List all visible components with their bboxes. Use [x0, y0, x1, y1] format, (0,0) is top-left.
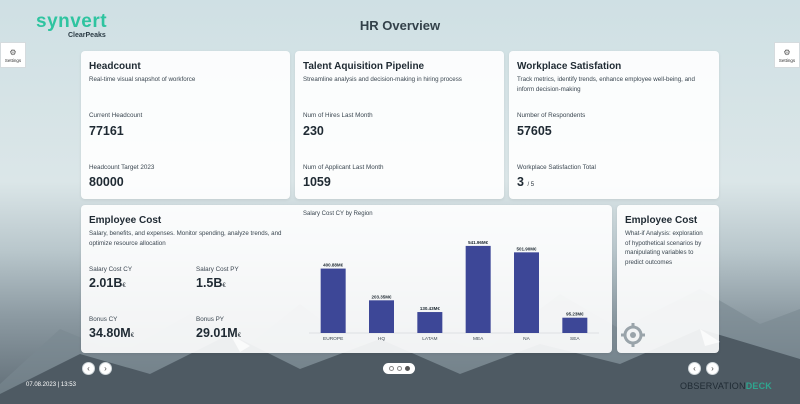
- whatif-card[interactable]: Employee Cost What-if Analysis: explorat…: [617, 205, 719, 353]
- salary-py-label: Salary Cost PY: [196, 266, 239, 273]
- card-title: Workplace Satisfation: [517, 61, 622, 72]
- card-description: Salary, benefits, and expenses. Monitor …: [89, 230, 282, 247]
- hires-value: 230: [303, 124, 324, 138]
- settings-button-right[interactable]: ⚙ Settings: [774, 42, 800, 68]
- page-indicator: [383, 363, 415, 374]
- card-description: Streamline analysis and decision-making …: [303, 76, 462, 83]
- card-description: What-if Analysis: exploration of hypothe…: [625, 230, 703, 266]
- card-description: Track metrics, identify trends, enhance …: [517, 76, 695, 93]
- observation-deck-logo: OBSERVATIONDECK: [679, 381, 772, 391]
- page-dot-active[interactable]: [404, 366, 410, 371]
- brand-sub: ClearPeaks: [68, 32, 106, 39]
- bar-sea[interactable]: [562, 317, 588, 333]
- settings-label: Settings: [4, 57, 22, 63]
- card-title: Talent Aquisition Pipeline: [303, 61, 425, 72]
- settings-label: Settings: [778, 57, 796, 63]
- bar-europe[interactable]: [320, 268, 346, 333]
- card-title: Employee Cost: [625, 215, 698, 226]
- headcount-card[interactable]: Headcount Real-time visual snapshot of w…: [81, 51, 290, 199]
- data-label: 501.90M€: [516, 246, 537, 251]
- talent-card[interactable]: Talent Aquisition Pipeline Streamline an…: [295, 51, 504, 199]
- satisfaction-card[interactable]: Workplace Satisfation Track metrics, ide…: [509, 51, 719, 199]
- page-dot[interactable]: [388, 366, 394, 371]
- respondents-label: Number of Respondents: [517, 112, 586, 119]
- bonus-py-value: 29.01M€: [196, 326, 242, 340]
- employee-cost-card[interactable]: Employee Cost Salary, benefits, and expe…: [81, 205, 612, 353]
- satisfaction-total-label: Workplace Satisfaction Total: [517, 164, 596, 171]
- headcount-target-value: 80000: [89, 175, 124, 189]
- respondents-value: 57605: [517, 124, 552, 138]
- applicants-label: Num of Applicant Last Month: [303, 164, 384, 171]
- prev-page-button[interactable]: ‹: [82, 362, 95, 375]
- prev-slide-button[interactable]: ‹: [688, 362, 701, 375]
- bonus-py-label: Bonus PY: [196, 316, 225, 323]
- salary-cy-value: 2.01B€: [89, 276, 126, 290]
- salary-py-value: 1.5B€: [196, 276, 226, 290]
- bar-na[interactable]: [514, 252, 539, 333]
- datetime-stamp: 07.08.2023 | 13:53: [26, 382, 76, 388]
- card-title: Headcount: [89, 61, 141, 72]
- next-page-button[interactable]: ›: [99, 362, 112, 375]
- current-headcount-value: 77161: [89, 124, 124, 138]
- applicants-value: 1059: [303, 175, 331, 189]
- bar-hq[interactable]: [369, 300, 394, 333]
- data-label: 400.88M€: [323, 263, 344, 268]
- tick-label: NA: [523, 336, 530, 342]
- headcount-target-label: Headcount Target 2023: [89, 164, 155, 171]
- data-label: 203.35M€: [371, 294, 392, 299]
- card-title: Employee Cost: [89, 215, 162, 226]
- gear-icon: ⚙: [9, 47, 17, 57]
- satisfaction-score: 3: [517, 175, 524, 189]
- gear-icon: [621, 323, 645, 347]
- satisfaction-total-value: 3 / 5: [517, 175, 534, 189]
- data-label: 130.43M€: [420, 306, 441, 311]
- bar-latam[interactable]: [417, 312, 443, 333]
- tick-label: LATAM: [422, 336, 437, 342]
- satisfaction-scale: / 5: [527, 182, 535, 188]
- gear-icon: ⚙: [783, 47, 791, 57]
- page-dot[interactable]: [396, 366, 402, 371]
- hires-label: Num of Hires Last Month: [303, 112, 373, 119]
- bonus-cy-label: Bonus CY: [89, 316, 118, 323]
- tick-label: MEA: [473, 336, 484, 342]
- data-label: 541.96M€: [468, 240, 489, 245]
- bonus-cy-value: 34.80M€: [89, 326, 135, 340]
- salary-cy-label: Salary Cost CY: [89, 266, 133, 273]
- data-label: 95.23M€: [566, 312, 584, 317]
- settings-button-left[interactable]: ⚙ Settings: [0, 42, 26, 68]
- card-description: Real-time visual snapshot of workforce: [89, 76, 196, 83]
- salary-by-region-chart: 400.88M€ EUROPE 203.35M€ HQ 130.43M€ LATAM 541…: [309, 240, 599, 342]
- chart-title: Salary Cost CY by Region: [303, 211, 373, 217]
- tick-label: HQ: [378, 336, 385, 342]
- tick-label: SEA: [570, 336, 580, 342]
- next-slide-button[interactable]: ›: [706, 362, 719, 375]
- bar-mea[interactable]: [465, 245, 491, 333]
- current-headcount-label: Current Headcount: [89, 112, 143, 119]
- page-title: HR Overview: [359, 18, 441, 33]
- tick-label: EUROPE: [323, 336, 343, 342]
